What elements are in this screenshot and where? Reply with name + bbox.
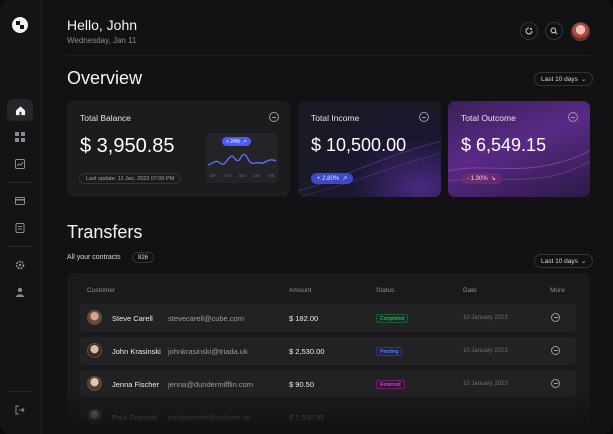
- chevron-down-icon: ⌄: [580, 76, 587, 83]
- greeting-title: Hello, John: [67, 17, 138, 33]
- sidebar-divider: [8, 246, 34, 247]
- notification-icon: [525, 27, 533, 35]
- wallet-icon[interactable]: [12, 193, 28, 209]
- column-header-customer: Customer: [87, 287, 116, 294]
- settings-icon[interactable]: [12, 257, 28, 273]
- logout-icon[interactable]: [12, 402, 28, 418]
- card-title: Total Outcome: [461, 113, 516, 123]
- income-value: $ 10,500.00: [311, 135, 407, 155]
- customer-avatar: [87, 376, 102, 391]
- customer-email: stevecarell@cube.com: [168, 314, 244, 323]
- sidebar-divider: [8, 391, 34, 392]
- transfer-amount: $ 90.50: [289, 380, 315, 389]
- transfer-date: 10 January 2023: [463, 315, 508, 321]
- overview-filter-label: Last 10 days: [541, 75, 578, 83]
- transfer-date: 10 January 2023: [463, 348, 508, 354]
- column-header-amount: Amount: [289, 287, 312, 294]
- chart-month-axis: SEP OCT DEC JAN FEB: [206, 174, 278, 178]
- outcome-value: $ 6,549.15: [461, 135, 547, 155]
- income-change-label: + 2.80%: [317, 175, 340, 182]
- transfer-amount: $ 2,530.00: [289, 347, 325, 356]
- total-outcome-card: Total Outcome $ 6,549.15 - 1.30% ↘: [448, 101, 590, 197]
- total-income-card: Total Income $ 10,500.00 + 2.80% ↗: [298, 101, 441, 197]
- customer-name: Paul Giamatti: [112, 413, 158, 422]
- outcome-change-badge: - 1.30% ↘: [461, 173, 502, 184]
- column-header-date: Date: [463, 287, 477, 294]
- column-header-more: More: [550, 287, 565, 294]
- app-logo: [12, 17, 28, 33]
- info-icon[interactable]: [269, 112, 279, 122]
- transfers-period-filter[interactable]: Last 10 days ⌄: [534, 254, 594, 268]
- trend-up-icon: ↗: [342, 176, 348, 182]
- document-icon[interactable]: [12, 220, 28, 236]
- month-label: OCT: [223, 174, 232, 178]
- sidebar: [0, 0, 42, 434]
- dashboard-app: Hello, John Wednesday, Jan 11 Overview L…: [0, 0, 613, 434]
- customer-name: Steve Carell: [112, 314, 153, 323]
- transfers-filter-label: Last 10 days: [541, 257, 578, 265]
- month-label: SEP: [209, 174, 217, 178]
- month-label: FEB: [267, 174, 275, 178]
- transfers-title: Transfers: [67, 222, 143, 242]
- overview-title: Overview: [67, 68, 143, 88]
- transfer-amount: $ 1,500.95: [289, 413, 325, 422]
- user-icon[interactable]: [12, 284, 28, 300]
- grid-icon[interactable]: [12, 129, 28, 145]
- info-icon[interactable]: [568, 112, 578, 122]
- month-label: JAN: [253, 174, 261, 178]
- status-badge: Completed: [376, 314, 409, 323]
- last-update-label: Last update: 11 Jan, 2023 07:00 PM: [79, 173, 182, 184]
- transfer-amount: $ 182.00: [289, 314, 319, 323]
- home-icon[interactable]: [12, 102, 28, 118]
- column-header-status: Status: [376, 287, 395, 294]
- balance-value: $ 3,950.85: [80, 135, 175, 157]
- customer-email: johnkrasinski@triada.uk: [168, 347, 248, 356]
- status-badge: Returned: [376, 380, 405, 389]
- status-badge: Pending: [376, 347, 403, 356]
- card-title: Total Balance: [80, 113, 132, 123]
- customer-avatar: [87, 409, 102, 424]
- notification-button[interactable]: [520, 22, 538, 40]
- more-options-icon[interactable]: [551, 313, 560, 322]
- chart-icon[interactable]: [12, 156, 28, 172]
- customer-avatar: [87, 343, 102, 358]
- trend-down-icon: ↘: [490, 176, 496, 182]
- chevron-down-icon: ⌄: [580, 258, 587, 265]
- info-icon[interactable]: [419, 112, 429, 122]
- current-date: Wednesday, Jan 11: [67, 36, 137, 45]
- contracts-count-badge: 826: [132, 252, 155, 263]
- card-title: Total Income: [311, 113, 360, 123]
- month-label: DEC: [238, 174, 247, 178]
- user-avatar[interactable]: [571, 22, 590, 41]
- customer-name: John Krasinski: [112, 347, 161, 356]
- transfer-date: 10 January 2023: [463, 381, 508, 387]
- sidebar-divider: [8, 182, 34, 183]
- outcome-change-label: - 1.30%: [467, 175, 488, 182]
- balance-mini-chart: + 24% ↗ SEP OCT DEC JAN FEB: [206, 133, 278, 183]
- search-button[interactable]: [545, 22, 563, 40]
- more-options-icon[interactable]: [551, 346, 560, 355]
- customer-email: paulgiamatti@column.sp: [168, 413, 251, 422]
- customer-email: jenna@dundermifflin.com: [168, 380, 254, 389]
- header-divider: [67, 55, 590, 56]
- contracts-label: All your contracts: [67, 254, 121, 261]
- customer-avatar: [87, 310, 102, 325]
- income-change-badge: + 2.80% ↗: [311, 173, 354, 184]
- search-icon: [550, 27, 558, 35]
- customer-name: Jenna Fischer: [112, 380, 160, 389]
- overview-period-filter[interactable]: Last 10 days ⌄: [534, 72, 594, 86]
- total-balance-card: Total Balance $ 3,950.85 Last update: 11…: [67, 101, 290, 197]
- more-options-icon[interactable]: [551, 379, 560, 388]
